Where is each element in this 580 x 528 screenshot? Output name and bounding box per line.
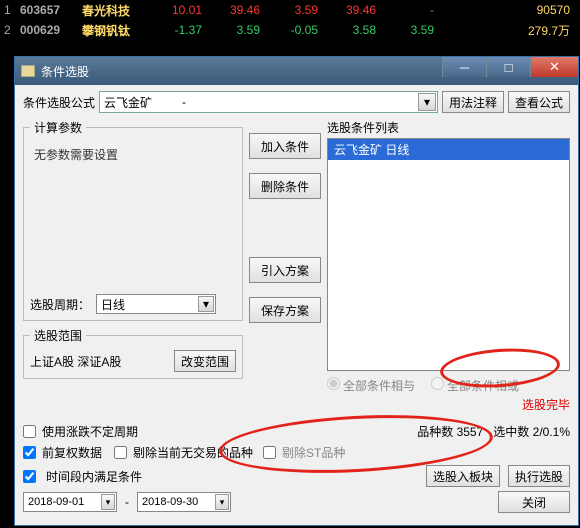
formula-sep: - [182, 95, 186, 109]
col3: -0.05 [268, 23, 326, 37]
delete-condition-button[interactable]: 删除条件 [249, 173, 321, 199]
status-text: 选股完毕 [327, 396, 570, 413]
date-from-combo[interactable]: 2018-09-01 ▾ [23, 492, 117, 512]
count-value: 3557 [457, 425, 484, 439]
period-value: 日线 [101, 296, 125, 313]
exclude-notrade-label: 剔除当前无交易的品种 [133, 444, 253, 461]
import-scheme-button[interactable]: 引入方案 [249, 257, 321, 283]
stock-filter-dialog: 条件选股 ─ □ ✕ 条件选股公式 云飞金矿 - ▾ 用法注释 查看公式 计算参… [14, 56, 579, 526]
to-block-button[interactable]: 选股入板块 [426, 465, 500, 487]
date-to-value: 2018-09-30 [142, 496, 198, 508]
period-label: 选股周期： [30, 296, 90, 313]
col4: 39.46 [326, 3, 384, 17]
fq-label: 前复权数据 [42, 444, 102, 461]
titlebar[interactable]: 条件选股 ─ □ ✕ [15, 57, 578, 85]
range-text: 上证A股 深证A股 [30, 353, 121, 370]
unstable-period-label: 使用涨跌不定周期 [42, 423, 138, 440]
row-index: 2 [4, 23, 20, 37]
close-button[interactable]: ✕ [530, 57, 578, 77]
chevron-down-icon[interactable]: ▾ [418, 93, 436, 111]
stock-row[interactable]: 1 603657 春光科技 10.01 39.46 3.59 39.46 - 9… [0, 0, 580, 20]
volume: 90570 [442, 3, 576, 17]
condition-list-header: 选股条件列表 [327, 119, 570, 136]
unstable-period-checkbox[interactable] [23, 425, 36, 438]
selected-label: 选中数 [493, 425, 529, 439]
range-legend: 选股范围 [30, 327, 86, 344]
stock-table: 1 603657 春光科技 10.01 39.46 3.59 39.46 - 9… [0, 0, 580, 40]
chevron-down-icon[interactable]: ▾ [198, 296, 214, 312]
col5: - [384, 3, 442, 17]
col2: 39.46 [210, 3, 268, 17]
exclude-st-label: 剔除ST品种 [282, 444, 345, 461]
folder-icon [21, 65, 35, 77]
volume: 279.7万 [442, 22, 576, 39]
date-from-value: 2018-09-01 [28, 496, 84, 508]
col5: 3.59 [384, 23, 442, 37]
condition-list[interactable]: 云飞金矿 日线 [327, 138, 570, 371]
calc-params-fieldset: 计算参数 无参数需要设置 选股周期： 日线 ▾ [23, 119, 243, 321]
save-scheme-button[interactable]: 保存方案 [249, 297, 321, 323]
stock-range-fieldset: 选股范围 上证A股 深证A股 改变范围 [23, 327, 243, 379]
stock-name: 春光科技 [82, 2, 152, 19]
stock-code: 603657 [20, 3, 82, 17]
change-range-button[interactable]: 改变范围 [174, 350, 236, 372]
add-condition-button[interactable]: 加入条件 [249, 133, 321, 159]
exclude-st-checkbox[interactable] [263, 446, 276, 459]
date-range-label: 时间段内满足条件 [46, 468, 142, 485]
dialog-title: 条件选股 [41, 63, 89, 80]
count-label: 品种数 [417, 425, 453, 439]
row-index: 1 [4, 3, 20, 17]
chevron-down-icon[interactable]: ▾ [215, 494, 229, 510]
radio-and-input[interactable] [327, 377, 340, 390]
period-combo[interactable]: 日线 ▾ [96, 294, 216, 314]
stock-code: 000629 [20, 23, 82, 37]
calc-legend: 计算参数 [30, 119, 86, 136]
date-range-checkbox[interactable] [23, 470, 36, 483]
stock-name: 攀钢钒钛 [82, 22, 152, 39]
maximize-button[interactable]: □ [486, 57, 530, 77]
col3: 3.59 [268, 3, 326, 17]
minimize-button[interactable]: ─ [442, 57, 486, 77]
col4: 3.58 [326, 23, 384, 37]
formula-combo[interactable]: 云飞金矿 - ▾ [99, 91, 438, 113]
fq-checkbox[interactable] [23, 446, 36, 459]
selected-value: 2/0.1% [533, 425, 570, 439]
date-to-combo[interactable]: 2018-09-30 ▾ [137, 492, 231, 512]
formula-label: 条件选股公式 [23, 94, 95, 111]
exclude-notrade-checkbox[interactable] [114, 446, 127, 459]
list-item[interactable]: 云飞金矿 日线 [328, 139, 569, 160]
view-formula-button[interactable]: 查看公式 [508, 91, 570, 113]
chevron-down-icon[interactable]: ▾ [101, 494, 115, 510]
radio-and[interactable]: 全部条件相与 [327, 377, 415, 394]
execute-button[interactable]: 执行选股 [508, 465, 570, 487]
radio-or-input[interactable] [431, 377, 444, 390]
formula-value: 云飞金矿 [104, 94, 152, 111]
col1: -1.37 [152, 23, 210, 37]
col1: 10.01 [152, 3, 210, 17]
no-params-text: 无参数需要设置 [34, 148, 118, 162]
param-box: 无参数需要设置 [30, 142, 236, 288]
stock-row[interactable]: 2 000629 攀钢钒钛 -1.37 3.59 -0.05 3.58 3.59… [0, 20, 580, 40]
dialog-close-button[interactable]: 关闭 [498, 491, 570, 513]
date-sep: - [125, 495, 129, 509]
usage-button[interactable]: 用法注释 [442, 91, 504, 113]
col2: 3.59 [210, 23, 268, 37]
radio-or[interactable]: 全部条件相或 [431, 377, 519, 394]
